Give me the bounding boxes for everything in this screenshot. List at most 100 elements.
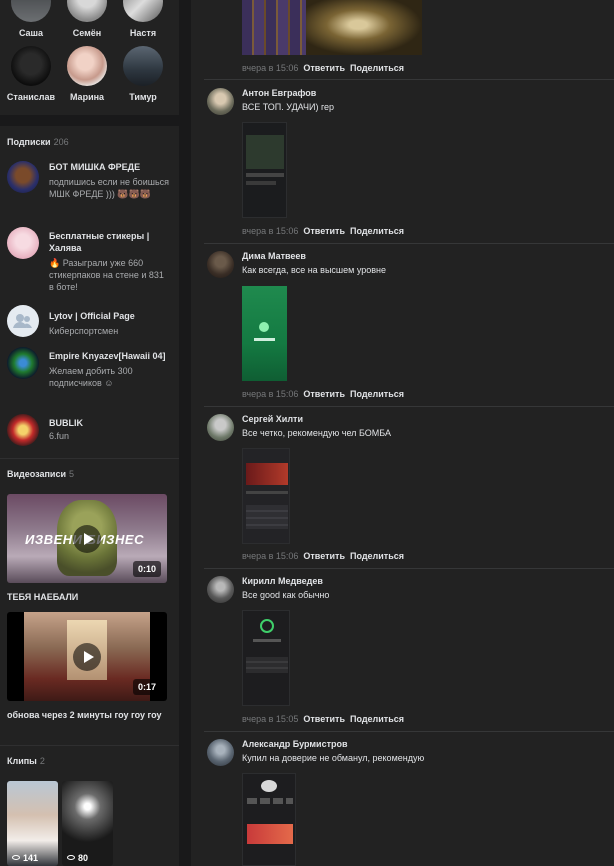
subscription-desc: 6.fun <box>49 431 70 441</box>
subscription-desc: Желаем добить 300 подписчиков ☺ <box>49 366 133 388</box>
video-duration: 0:17 <box>132 679 161 695</box>
avatar[interactable] <box>207 414 234 441</box>
avatar[interactable] <box>207 88 234 115</box>
avatar[interactable] <box>207 251 234 278</box>
section-title: Видеозаписи <box>7 469 66 479</box>
comment-attachment-image[interactable] <box>242 286 287 381</box>
comment-text: Купил на доверие не обманул, рекомендую <box>242 753 425 763</box>
clip-views: 80 <box>67 853 88 863</box>
play-icon[interactable] <box>73 525 101 553</box>
avatar[interactable] <box>67 46 107 86</box>
comment-time[interactable]: вчера в 15:06 <box>242 551 298 561</box>
divider <box>204 406 614 407</box>
screenshot-stats <box>247 798 293 804</box>
comment-time[interactable]: вчера в 15:06 <box>242 389 298 399</box>
reply-button[interactable]: Ответить <box>303 389 345 399</box>
avatar[interactable] <box>7 227 39 259</box>
comment-attachment-image[interactable] <box>242 122 287 218</box>
friend-semyon[interactable]: Семён <box>61 0 113 38</box>
subscription-name[interactable]: БОТ МИШКА ФРЕДЕ <box>49 161 169 173</box>
comment-author[interactable]: Сергей Хилти <box>242 414 303 424</box>
comment-author[interactable]: Кирилл Медведев <box>242 576 323 586</box>
reply-button[interactable]: Ответить <box>303 226 345 236</box>
avatar[interactable] <box>207 576 234 603</box>
screenshot-content <box>246 135 284 169</box>
inventory-grid-image <box>242 0 306 55</box>
video-item[interactable]: ИЗВЕНИ БИЗНЕС 0:10 ТЕБЯ НАЕБАЛИ <box>7 494 167 604</box>
comment-attachment-image[interactable] <box>242 610 290 706</box>
comment-meta: вчера в 15:06 Ответить Поделиться <box>242 226 404 236</box>
videos-card: Видеозаписи 5 ИЗВЕНИ БИЗНЕС 0:10 ТЕБЯ НАЕ… <box>0 458 179 745</box>
subscription-name[interactable]: Lytov | Official Page <box>49 310 169 322</box>
clips-header[interactable]: Клипы 2 <box>7 756 45 766</box>
subscription-desc: Киберспортсмен <box>49 326 119 336</box>
friend-nastya[interactable]: Настя <box>117 0 169 38</box>
screenshot-table <box>246 505 288 529</box>
divider <box>204 79 614 80</box>
videos-header[interactable]: Видеозаписи 5 <box>7 469 74 479</box>
comment-attachment-image[interactable] <box>242 773 296 866</box>
video-item[interactable]: 0:17 обнова через 2 минуты гоу гоу гоу <box>7 612 167 722</box>
friend-name[interactable]: Настя <box>117 28 169 38</box>
friend-name[interactable]: Марина <box>61 92 113 102</box>
friend-sasha[interactable]: Саша <box>5 0 57 38</box>
avatar[interactable] <box>67 0 107 22</box>
video-thumbnail[interactable]: ИЗВЕНИ БИЗНЕС 0:10 <box>7 494 167 583</box>
avatar[interactable] <box>7 305 39 337</box>
comment-time[interactable]: вчера в 15:06 <box>242 63 298 73</box>
comment-text: Как всегда, все на высшем уровне <box>242 265 386 275</box>
profile-icon <box>261 780 277 792</box>
clip-item[interactable]: 80 <box>62 781 113 866</box>
friend-stanislav[interactable]: Станислав <box>5 46 57 102</box>
avatar[interactable] <box>7 347 39 379</box>
screenshot-banner <box>247 824 293 844</box>
subscriptions-header[interactable]: Подписки 206 <box>7 137 69 147</box>
subscription-name[interactable]: Empire Knyazev[Hawaii 04] <box>49 350 169 362</box>
subscription-name[interactable]: BUBLIK <box>49 417 169 429</box>
play-icon[interactable] <box>73 643 101 671</box>
screenshot-table <box>246 657 288 673</box>
share-button[interactable]: Поделиться <box>350 389 404 399</box>
avatar[interactable] <box>123 0 163 22</box>
check-icon <box>259 322 269 332</box>
share-button[interactable]: Поделиться <box>350 551 404 561</box>
share-button[interactable]: Поделиться <box>350 63 404 73</box>
share-button[interactable]: Поделиться <box>350 226 404 236</box>
comment-time[interactable]: вчера в 15:05 <box>242 714 298 724</box>
comment-author[interactable]: Антон Евграфов <box>242 88 316 98</box>
video-title[interactable]: ТЕБЯ НАЕБАЛИ <box>7 591 167 604</box>
video-title[interactable]: обнова через 2 минуты гоу гоу гоу <box>7 709 167 722</box>
left-column: Саша Семён Настя Станислав Марина Тимур … <box>0 0 179 866</box>
subscription-name[interactable]: Бесплатные стикеры | Халява <box>49 230 169 254</box>
friend-timur[interactable]: Тимур <box>117 46 169 102</box>
comment-author[interactable]: Александр Бурмистров <box>242 739 348 749</box>
avatar[interactable] <box>123 46 163 86</box>
friend-name[interactable]: Станислав <box>5 92 57 102</box>
friend-name[interactable]: Тимур <box>117 92 169 102</box>
reply-button[interactable]: Ответить <box>303 714 345 724</box>
clip-view-count: 141 <box>23 853 39 863</box>
status-ring-icon <box>260 619 274 633</box>
comment-meta: вчера в 15:05 Ответить Поделиться <box>242 714 404 724</box>
avatar[interactable] <box>207 739 234 766</box>
comment-attachment-image[interactable] <box>242 0 422 55</box>
avatar[interactable] <box>7 414 39 446</box>
friend-name[interactable]: Семён <box>61 28 113 38</box>
avatar[interactable] <box>11 0 51 22</box>
video-thumbnail[interactable]: 0:17 <box>7 612 167 701</box>
friend-marina[interactable]: Марина <box>61 46 113 102</box>
eye-icon <box>12 855 20 860</box>
avatar[interactable] <box>7 161 39 193</box>
reply-button[interactable]: Ответить <box>303 551 345 561</box>
reply-button[interactable]: Ответить <box>303 63 345 73</box>
avatar[interactable] <box>11 46 51 86</box>
comment-attachment-image[interactable] <box>242 448 290 544</box>
comment-author[interactable]: Дима Матвеев <box>242 251 306 261</box>
share-button[interactable]: Поделиться <box>350 714 404 724</box>
video-duration: 0:10 <box>132 561 161 577</box>
comment-time[interactable]: вчера в 15:06 <box>242 226 298 236</box>
clip-item[interactable]: 141 <box>7 781 58 866</box>
comment-text: ВСЕ ТОП. УДАЧИ) гер <box>242 102 335 112</box>
friend-name[interactable]: Саша <box>5 28 57 38</box>
divider <box>204 243 614 244</box>
